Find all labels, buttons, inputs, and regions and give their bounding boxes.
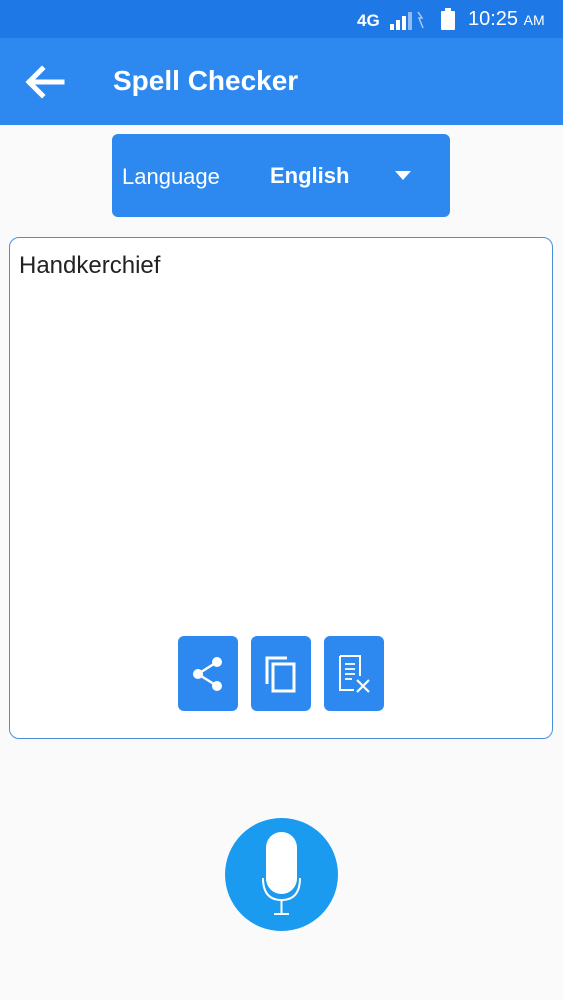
page-title: Spell Checker (113, 65, 299, 96)
caret-down-icon (395, 171, 411, 180)
network-type: 4G (357, 11, 380, 30)
microphone-icon (262, 832, 301, 915)
clock: 10:25 AM (468, 8, 545, 30)
clear-button[interactable] (324, 636, 384, 711)
copy-button[interactable] (251, 636, 311, 711)
microphone-button[interactable] (225, 818, 338, 931)
status-bar: 4G 10:25 AM (0, 0, 563, 38)
language-dropdown[interactable]: Language English (112, 134, 450, 217)
language-label: Language (122, 164, 220, 189)
copy-icon (265, 656, 296, 693)
language-value: English (270, 163, 350, 188)
signal-icon (390, 11, 424, 30)
clear-text-icon (339, 655, 370, 693)
share-button[interactable] (178, 636, 238, 711)
battery-icon (441, 8, 455, 30)
editor-text[interactable]: Handkerchief (19, 252, 160, 280)
arrow-left-icon[interactable] (22, 60, 66, 104)
share-icon (193, 657, 222, 691)
app-bar: Spell Checker (0, 38, 563, 125)
text-editor[interactable]: Handkerchief (9, 237, 553, 739)
